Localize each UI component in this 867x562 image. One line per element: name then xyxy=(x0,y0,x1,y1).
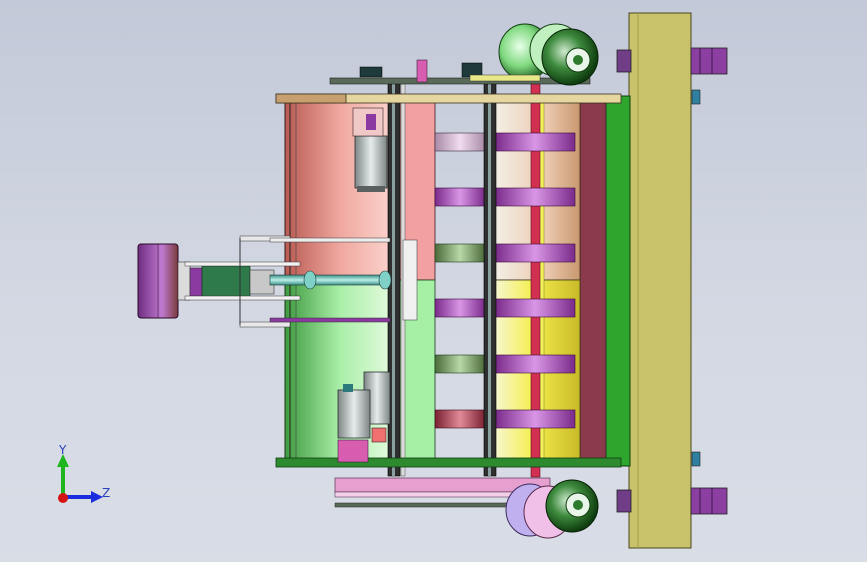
y-axis-label: Y xyxy=(58,443,67,457)
orientation-triad: Y Z xyxy=(57,443,110,503)
blade-disc[interactable] xyxy=(494,243,576,263)
blade-disc[interactable] xyxy=(434,409,486,429)
green-side-frame[interactable] xyxy=(579,95,631,467)
blade-disc[interactable] xyxy=(494,354,576,374)
blade-disc[interactable] xyxy=(434,132,486,152)
blade-disc[interactable] xyxy=(434,243,486,263)
drive-wheel-bottom[interactable] xyxy=(505,479,599,539)
blade-disc[interactable] xyxy=(494,187,576,207)
blade-disc[interactable] xyxy=(494,298,576,318)
mounting-plate[interactable] xyxy=(628,12,692,549)
motor-upper[interactable] xyxy=(352,107,388,192)
blade-disc[interactable] xyxy=(434,187,486,207)
blade-disc[interactable] xyxy=(494,132,576,152)
blade-disc[interactable] xyxy=(494,409,576,429)
x-axis-icon xyxy=(58,493,68,503)
blade-disc[interactable] xyxy=(434,298,486,318)
z-axis-label: Z xyxy=(102,486,110,500)
left-hub[interactable] xyxy=(137,243,179,319)
cad-viewport[interactable]: Y Z xyxy=(0,0,867,562)
blade-disc[interactable] xyxy=(434,354,486,374)
